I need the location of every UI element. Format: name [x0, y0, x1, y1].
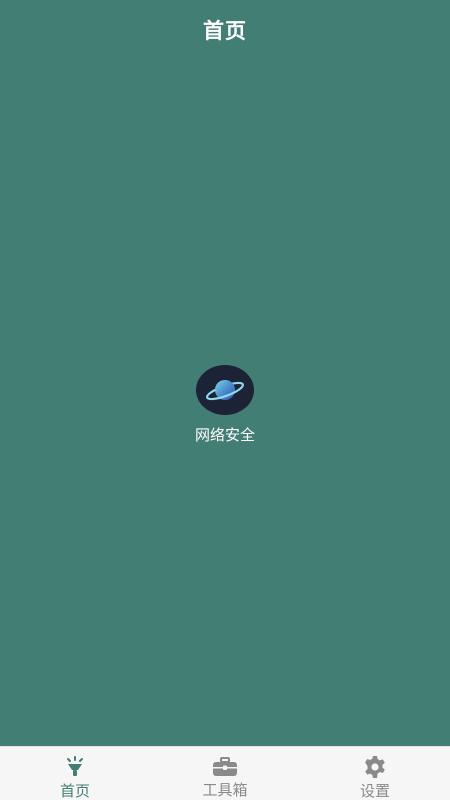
page-title: 首页 [203, 19, 247, 43]
lamp-icon [62, 755, 88, 779]
main-content: 网络安全 [0, 60, 450, 746]
tab-settings-label: 设置 [359, 782, 390, 800]
tab-settings[interactable]: 设置 [300, 747, 450, 800]
toolbox-icon [212, 755, 238, 778]
tab-home[interactable]: 首页 [0, 747, 150, 800]
feature-label: 网络安全 [194, 426, 255, 444]
gear-icon [362, 755, 388, 779]
header: 首页 [0, 0, 450, 60]
network-security-button[interactable]: 网络安全 [175, 365, 275, 455]
planet-icon [196, 365, 254, 415]
tab-home-label: 首页 [59, 782, 90, 800]
tab-toolbox[interactable]: 工具箱 [150, 747, 300, 800]
bottom-tab-bar: 首页 工具箱 设置 [0, 746, 450, 800]
tab-toolbox-label: 工具箱 [202, 781, 248, 799]
